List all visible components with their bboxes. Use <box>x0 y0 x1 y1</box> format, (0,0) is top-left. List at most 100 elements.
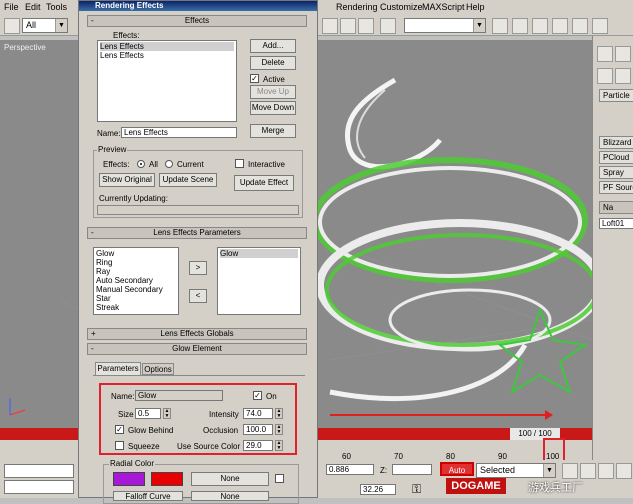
modify-tab-icon[interactable] <box>615 46 631 62</box>
current-radio[interactable] <box>165 160 173 168</box>
radial-color-swatch-1[interactable] <box>113 472 145 486</box>
object-name-field[interactable]: Loft01 <box>599 218 633 229</box>
play-icon[interactable] <box>580 463 596 479</box>
all-radio[interactable] <box>137 160 145 168</box>
glow-element-rollout-header[interactable]: - Glow Element <box>87 343 307 355</box>
select-icon[interactable] <box>4 18 20 34</box>
shapes-icon[interactable] <box>615 68 631 84</box>
auto-key-button[interactable]: Auto Key <box>440 462 474 489</box>
list-item[interactable]: Streak <box>96 303 176 312</box>
occlusion-spinner[interactable]: ▲ ▼ <box>275 424 283 435</box>
falloff-map-none-button[interactable]: None <box>191 491 269 501</box>
menu-edit[interactable]: Edit <box>25 2 41 12</box>
falloff-curve-button[interactable]: Falloff Curve <box>113 491 183 501</box>
abc-icon[interactable] <box>380 18 396 34</box>
list-item[interactable]: Ray <box>96 267 176 276</box>
move-down-button[interactable]: Move Down <box>250 101 296 115</box>
z-coord-field[interactable] <box>392 464 432 475</box>
next-frame-icon[interactable] <box>598 463 614 479</box>
move-up-button[interactable]: Move Up <box>250 85 296 99</box>
add-lens-element-button[interactable]: > <box>189 261 207 275</box>
name-rollout-header[interactable]: Na <box>599 201 633 214</box>
list-item[interactable]: Lens Effects <box>100 51 234 60</box>
show-original-button[interactable]: Show Original <box>99 173 155 187</box>
radial-map-none-button[interactable]: None <box>191 472 269 486</box>
effects-rollout-header[interactable]: - Effects <box>87 15 307 27</box>
on-checkbox[interactable]: ✓ <box>253 391 262 400</box>
schematic-icon[interactable] <box>512 18 528 34</box>
key-icon[interactable]: ⚿ <box>412 482 421 497</box>
teapot-render-icon[interactable] <box>572 18 588 34</box>
expand-icon: + <box>91 329 96 338</box>
lens-globals-rollout-header[interactable]: + Lens Effects Globals <box>87 328 307 340</box>
list-item[interactable]: Manual Secondary <box>96 285 176 294</box>
align-icon[interactable] <box>340 18 356 34</box>
time-field[interactable]: 32.26 <box>360 484 396 495</box>
lens-params-rollout-header[interactable]: - Lens Effects Parameters <box>87 227 307 239</box>
list-item[interactable]: Auto Secondary <box>96 276 176 285</box>
list-item[interactable]: Star <box>96 294 176 303</box>
radial-map-checkbox[interactable] <box>275 474 284 483</box>
intensity-spinner[interactable]: ▲ ▼ <box>275 408 283 419</box>
render-setup-icon[interactable] <box>552 18 568 34</box>
list-item[interactable]: Ring <box>96 258 176 267</box>
geometry-icon[interactable] <box>597 68 613 84</box>
selection-filter-dropdown[interactable]: All ▼ <box>22 18 68 33</box>
layer-icon[interactable] <box>358 18 374 34</box>
pcloud-button[interactable]: PCloud <box>599 151 633 164</box>
size-spinner[interactable]: ▲ ▼ <box>163 408 171 419</box>
radial-color-swatch-2[interactable] <box>151 472 183 486</box>
curve-editor-icon[interactable] <box>492 18 508 34</box>
list-item[interactable]: Glow <box>220 249 298 258</box>
spray-button[interactable]: Spray <box>599 166 633 179</box>
maxscript-listener-field[interactable] <box>4 464 74 478</box>
available-effects-list[interactable]: Glow Ring Ray Auto Secondary Manual Seco… <box>93 247 179 315</box>
menu-rendering[interactable]: Rendering <box>336 2 378 12</box>
list-item[interactable]: Lens Effects <box>100 42 234 51</box>
blizzard-button[interactable]: Blizzard <box>599 136 633 149</box>
add-effect-button[interactable]: Add... <box>250 39 296 53</box>
particle-category-dropdown[interactable]: Particle <box>599 89 633 102</box>
use-source-color-spinner[interactable]: ▲ ▼ <box>275 440 283 451</box>
quick-render-icon[interactable] <box>592 18 608 34</box>
key-filter-dropdown[interactable]: Selected ▼ <box>476 463 556 478</box>
mirror-icon[interactable] <box>322 18 338 34</box>
menu-file[interactable]: File <box>4 2 19 12</box>
squeeze-checkbox[interactable] <box>115 441 124 450</box>
glow-name-field[interactable]: Glow <box>135 390 223 401</box>
effects-list[interactable]: Lens Effects Lens Effects <box>97 40 237 122</box>
menu-customize[interactable]: Customize <box>380 2 423 12</box>
go-to-start-icon[interactable] <box>562 463 578 479</box>
tab-parameters[interactable]: Parameters <box>95 362 141 375</box>
list-item[interactable]: Glow <box>96 249 176 258</box>
intensity-field[interactable]: 74.0 <box>243 408 273 419</box>
update-effect-button[interactable]: Update Effect <box>234 175 294 191</box>
menu-maxscript[interactable]: MAXScript <box>422 2 465 12</box>
dialog-title[interactable]: Rendering Effects <box>79 1 317 11</box>
tab-options[interactable]: Options <box>142 363 174 375</box>
remove-lens-element-button[interactable]: < <box>189 289 207 303</box>
menu-tools[interactable]: Tools <box>46 2 67 12</box>
update-scene-button[interactable]: Update Scene <box>159 173 217 187</box>
create-tab-icon[interactable] <box>597 46 613 62</box>
use-source-color-field[interactable]: 29.0 <box>243 440 273 451</box>
glow-behind-checkbox[interactable]: ✓ <box>115 425 124 434</box>
merge-button[interactable]: Merge <box>250 124 296 138</box>
effect-name-field[interactable]: Lens Effects <box>121 127 237 138</box>
menu-help[interactable]: Help <box>466 2 485 12</box>
x-coord-field[interactable]: 0.886 <box>326 464 374 475</box>
named-selection-dropdown[interactable]: ▼ <box>404 18 486 33</box>
prompt-line-field[interactable] <box>4 480 74 494</box>
selected-effects-list[interactable]: Glow <box>217 247 301 315</box>
delete-effect-button[interactable]: Delete <box>250 56 296 70</box>
interactive-label: Interactive <box>248 160 285 169</box>
go-to-end-icon[interactable] <box>616 463 632 479</box>
material-editor-icon[interactable] <box>532 18 548 34</box>
active-checkbox[interactable]: ✓ <box>250 74 259 83</box>
pf-source-button[interactable]: PF Source <box>599 181 633 194</box>
interactive-checkbox[interactable] <box>235 159 244 168</box>
effect-name-label: Name: <box>97 129 121 138</box>
occlusion-field[interactable]: 100.0 <box>243 424 273 435</box>
size-field[interactable]: 0.5 <box>135 408 161 419</box>
watermark-text: 游戏兵工厂 <box>528 482 583 494</box>
